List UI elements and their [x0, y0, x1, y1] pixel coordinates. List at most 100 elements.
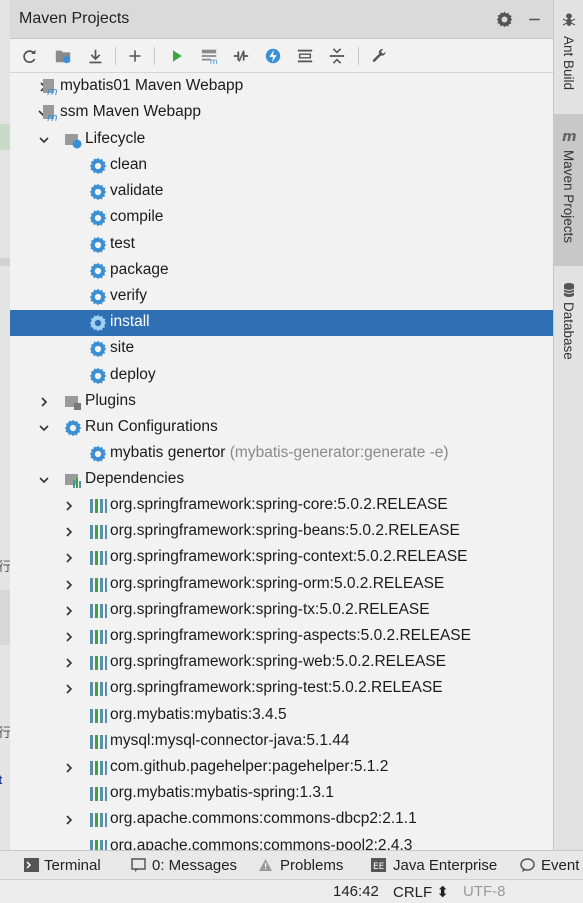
tree-run-config-item[interactable]: mybatis genertor (mybatis-generator:gene… [10, 441, 553, 467]
tree-dependencies-row[interactable]: Dependencies [10, 467, 553, 493]
dependency-row[interactable]: org.apache.commons:commons-pool2:2.4.3 [10, 834, 553, 850]
reimport-icon[interactable] [16, 43, 42, 69]
chevron-down-icon[interactable] [37, 131, 51, 149]
dependency-row[interactable]: org.springframework:spring-aspects:5.0.2… [10, 624, 553, 650]
ant-icon [561, 12, 577, 28]
lifecycle-goal-row[interactable]: package [10, 258, 553, 284]
warning-icon [258, 858, 273, 872]
tree-project-row[interactable]: m mybatis01 Maven Webapp [10, 74, 553, 100]
dependency-label: org.springframework:spring-beans:5.0.2.R… [110, 522, 460, 540]
skip-tests-icon[interactable] [260, 43, 286, 69]
dependency-row[interactable]: org.mybatis:mybatis-spring:1.3.1 [10, 781, 553, 807]
lifecycle-goal-row[interactable]: verify [10, 284, 553, 310]
tab-problems[interactable]: Problems [280, 857, 343, 874]
gear-icon [89, 288, 107, 306]
dependency-icon [89, 811, 107, 829]
dependency-row[interactable]: org.springframework:spring-context:5.0.2… [10, 545, 553, 571]
dependency-row[interactable]: org.apache.commons:commons-dbcp2:2.1.1 [10, 807, 553, 833]
collapse-all-icon[interactable] [324, 43, 350, 69]
dependency-row[interactable]: org.springframework:spring-core:5.0.2.RE… [10, 493, 553, 519]
lifecycle-goal-row[interactable]: deploy [10, 363, 553, 389]
tree-project-row[interactable]: m ssm Maven Webapp [10, 100, 553, 126]
chevron-right-icon[interactable] [37, 393, 51, 411]
dependency-icon [89, 680, 107, 698]
dependency-label: org.springframework:spring-tx:5.0.2.RELE… [110, 600, 430, 618]
lifecycle-goal-label: verify [110, 287, 148, 304]
tree-project-label: mybatis01 Maven Webapp [60, 77, 244, 94]
tree-run-configurations-row[interactable]: Run Configurations [10, 415, 553, 441]
database-icon [561, 282, 577, 298]
chevron-right-icon[interactable] [62, 549, 76, 567]
tree-plugins-row[interactable]: Plugins [10, 389, 553, 415]
chevron-right-icon[interactable] [62, 628, 76, 646]
tree-plugins-label: Plugins [85, 392, 136, 409]
tab-messages[interactable]: 0: Messages [152, 857, 237, 874]
svg-text:m: m [47, 111, 58, 122]
gear-icon [89, 236, 107, 254]
line-separator-selector[interactable]: CRLF ⬍ [393, 883, 449, 901]
chevron-right-icon[interactable] [62, 576, 76, 594]
tree-run-configurations-label: Run Configurations [85, 418, 218, 435]
status-bar: 146:42 CRLF ⬍ UTF-8 [0, 879, 583, 903]
dependency-icon [89, 733, 107, 751]
tab-database[interactable]: Database [554, 272, 583, 372]
lifecycle-goal-row[interactable]: site [10, 336, 553, 362]
show-dependencies-icon[interactable] [292, 43, 318, 69]
maven-icon: m [561, 128, 577, 145]
chevron-right-icon[interactable] [62, 654, 76, 672]
chevron-right-icon[interactable] [62, 759, 76, 777]
dependency-row[interactable]: org.springframework:spring-beans:5.0.2.R… [10, 519, 553, 545]
chevron-right-icon[interactable] [62, 680, 76, 698]
dependency-row[interactable]: mysql:mysql-connector-java:5.1.44 [10, 729, 553, 755]
generate-sources-icon[interactable] [50, 43, 76, 69]
run-icon[interactable] [164, 43, 190, 69]
dependency-icon [89, 707, 107, 725]
encoding-selector[interactable]: UTF-8 [463, 883, 506, 900]
gear-icon [89, 157, 107, 175]
lifecycle-goal-row[interactable]: test [10, 232, 553, 258]
caret-position[interactable]: 146:42 [333, 883, 379, 900]
tree-lifecycle-row[interactable]: Lifecycle [10, 127, 553, 153]
toggle-offline-icon[interactable] [228, 43, 254, 69]
tab-terminal[interactable]: Terminal [44, 857, 101, 874]
gear-icon [89, 183, 107, 201]
editor-edge-divider [0, 258, 10, 266]
chevron-down-icon[interactable] [37, 471, 51, 489]
dependency-row[interactable]: org.mybatis:mybatis:3.4.5 [10, 703, 553, 729]
add-icon[interactable] [122, 43, 148, 69]
maven-projects-panel: Maven Projects m m mybatis01 Maven Webap… [10, 0, 553, 850]
tab-java-enterprise[interactable]: Java Enterprise [393, 857, 497, 874]
lifecycle-goal-row[interactable]: validate [10, 179, 553, 205]
panel-title-bar: Maven Projects [10, 0, 553, 39]
download-icon[interactable] [82, 43, 108, 69]
chevron-down-icon[interactable] [37, 419, 51, 437]
tab-ant-build[interactable]: Ant Build [554, 0, 583, 105]
lifecycle-goal-row[interactable]: clean [10, 153, 553, 179]
chevron-right-icon[interactable] [62, 523, 76, 541]
dependency-row[interactable]: org.springframework:spring-tx:5.0.2.RELE… [10, 598, 553, 624]
maven-module-icon: m [40, 104, 58, 124]
tab-ant-build-label: Ant Build [561, 36, 576, 91]
tab-maven-projects[interactable]: m Maven Projects [554, 114, 583, 266]
dependency-icon [89, 523, 107, 541]
tab-event-log[interactable]: Event [541, 857, 579, 874]
settings-wrench-icon[interactable] [366, 43, 392, 69]
dependency-row[interactable]: org.springframework:spring-test:5.0.2.RE… [10, 676, 553, 702]
dependency-icon [89, 628, 107, 646]
chevron-right-icon[interactable] [62, 497, 76, 515]
dependency-row[interactable]: org.springframework:spring-web:5.0.2.REL… [10, 650, 553, 676]
minimize-icon[interactable] [523, 8, 545, 30]
lifecycle-goal-row[interactable]: install [10, 310, 553, 337]
dependency-row[interactable]: org.springframework:spring-orm:5.0.2.REL… [10, 572, 553, 598]
editor-edge-char: t [0, 772, 2, 787]
chevron-right-icon[interactable] [62, 811, 76, 829]
dependency-label: org.springframework:spring-test:5.0.2.RE… [110, 679, 443, 697]
gear-icon[interactable] [493, 8, 515, 30]
dependency-label: com.github.pagehelper:pagehelper:5.1.2 [110, 758, 389, 775]
maven-module-icon: m [40, 78, 58, 98]
dependency-row[interactable]: com.github.pagehelper:pagehelper:5.1.2 [10, 755, 553, 781]
execute-goal-icon[interactable]: m [196, 43, 222, 69]
dependency-label: org.mybatis:mybatis:3.4.5 [110, 705, 287, 723]
lifecycle-goal-row[interactable]: compile [10, 205, 553, 231]
chevron-right-icon[interactable] [62, 602, 76, 620]
